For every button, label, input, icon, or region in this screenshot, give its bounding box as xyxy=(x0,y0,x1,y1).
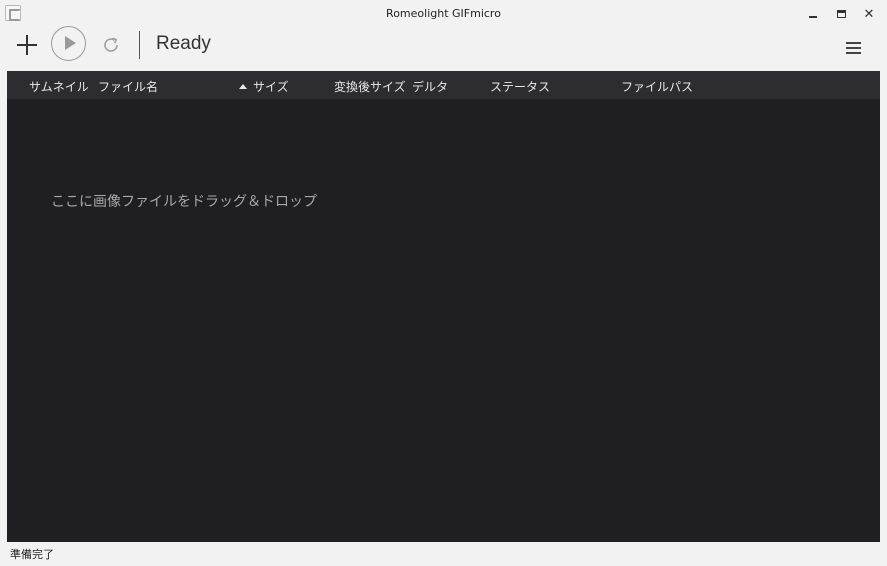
refresh-icon[interactable] xyxy=(100,34,122,56)
column-filepath[interactable]: ファイルパス xyxy=(621,78,693,95)
window-title: Romeolight GIFmicro xyxy=(386,7,501,20)
status-bar: 準備完了 xyxy=(0,542,887,566)
sort-ascending-icon xyxy=(239,84,247,89)
list-header: サムネイル ファイル名 サイズ 変換後サイズ デルタ ステータス ファイルパス xyxy=(7,71,880,99)
statusbar-text: 準備完了 xyxy=(10,548,54,561)
drop-hint: ここに画像ファイルをドラッグ＆ドロップ xyxy=(51,194,317,210)
maximize-button[interactable] xyxy=(828,4,854,24)
add-icon[interactable] xyxy=(14,32,40,58)
play-button[interactable] xyxy=(51,26,86,61)
toolbar: Ready xyxy=(0,26,887,68)
file-list[interactable]: サムネイル ファイル名 サイズ 変換後サイズ デルタ ステータス ファイルパス … xyxy=(7,71,880,542)
column-converted-size[interactable]: 変換後サイズ xyxy=(334,78,406,95)
column-filename[interactable]: ファイル名 xyxy=(98,78,158,95)
hamburger-menu-icon[interactable] xyxy=(846,42,862,54)
column-thumbnail[interactable]: サムネイル xyxy=(29,78,89,95)
status-label: Ready xyxy=(156,33,211,54)
minimize-icon xyxy=(809,16,817,18)
maximize-icon xyxy=(836,10,846,18)
play-icon xyxy=(65,36,76,50)
column-size-label: サイズ xyxy=(253,80,289,94)
title-bar: Romeolight GIFmicro ✕ xyxy=(0,0,887,28)
close-icon: ✕ xyxy=(863,6,875,22)
column-size[interactable]: サイズ xyxy=(239,78,289,95)
column-delta[interactable]: デルタ xyxy=(412,78,448,95)
toolbar-divider xyxy=(139,31,140,59)
minimize-button[interactable] xyxy=(800,4,826,24)
close-button[interactable]: ✕ xyxy=(856,4,882,24)
column-status[interactable]: ステータス xyxy=(490,78,550,95)
